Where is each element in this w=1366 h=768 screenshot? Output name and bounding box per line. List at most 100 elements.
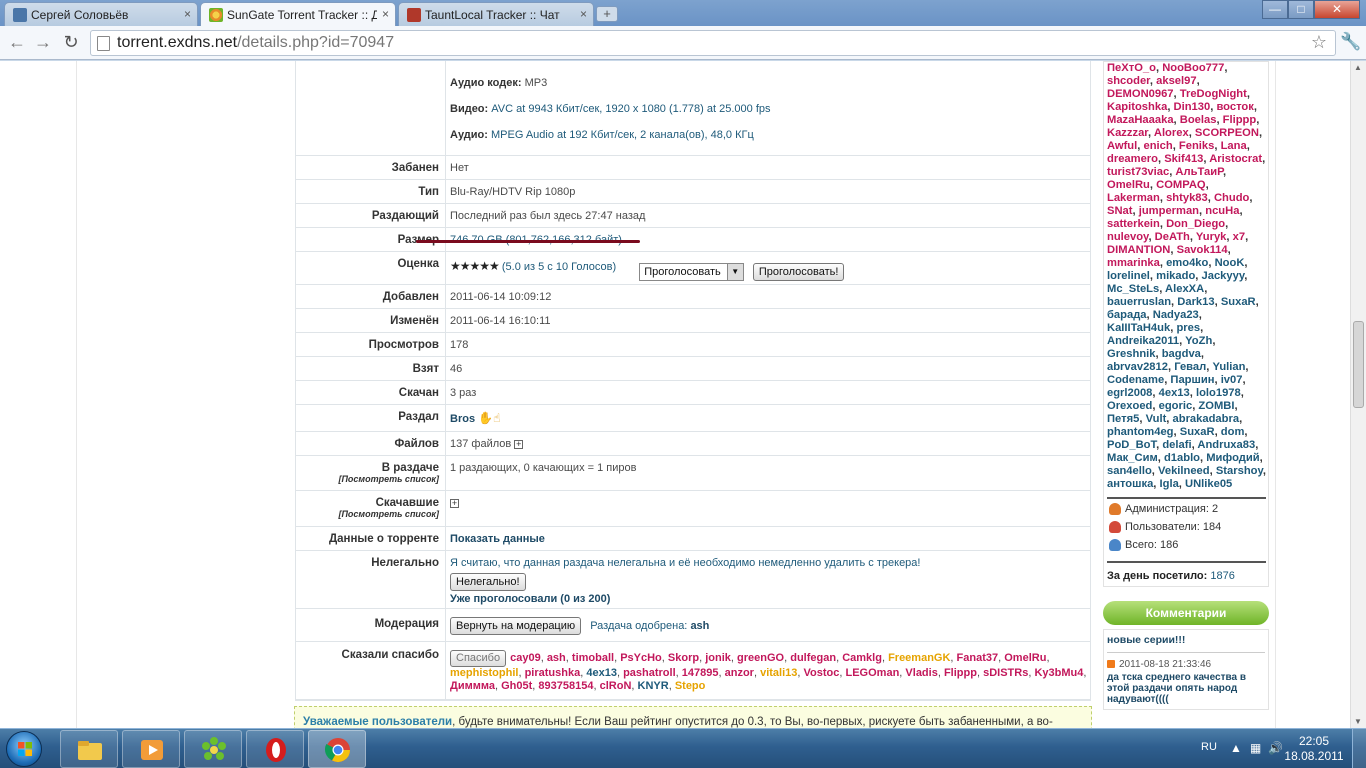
vote-select[interactable]: Проголосовать ▼ <box>639 263 744 281</box>
user-link[interactable]: ZOMBI <box>1198 400 1234 412</box>
taskbar-chrome[interactable] <box>308 730 366 768</box>
user-link[interactable]: satterkein <box>1107 218 1160 230</box>
user-link[interactable]: Гевал <box>1174 361 1206 373</box>
user-link[interactable]: SuxaR <box>1180 426 1215 438</box>
address-bar[interactable]: torrent.exdns.net/details.php?id=70947 ☆ <box>90 30 1336 56</box>
minimize-button[interactable]: — <box>1262 0 1288 19</box>
user-link[interactable]: восток <box>1216 101 1253 113</box>
new-tab-button[interactable]: + <box>596 6 618 22</box>
user-link[interactable]: Диммма <box>450 680 495 692</box>
user-link[interactable]: 147895 <box>682 667 719 679</box>
user-link[interactable]: dom <box>1221 426 1245 438</box>
tab-sungate[interactable]: SunGate Torrent Tracker :: Д × <box>200 2 396 26</box>
user-link[interactable]: abrakadabra <box>1173 413 1240 425</box>
user-link[interactable]: Мифодий <box>1206 452 1259 464</box>
close-icon[interactable]: × <box>184 7 191 21</box>
bookmark-star-icon[interactable]: ☆ <box>1311 32 1327 53</box>
user-link[interactable]: Andreika2011 <box>1107 335 1179 347</box>
user-link[interactable]: Yuryk <box>1196 231 1226 243</box>
expand-icon[interactable]: + <box>450 498 459 508</box>
user-link[interactable]: NooBoo777 <box>1162 62 1224 74</box>
user-link[interactable]: Kazzzar <box>1107 127 1148 139</box>
tab-vk[interactable]: Сергей Соловьёв × <box>4 2 198 26</box>
user-link[interactable]: Stepo <box>675 680 706 692</box>
volume-icon[interactable]: 🔊 <box>1268 741 1283 755</box>
user-link[interactable]: SCORPEON <box>1195 127 1259 139</box>
user-link[interactable]: clRoN <box>600 680 632 692</box>
downloaders-list-link[interactable]: [Посмотреть список] <box>296 509 439 519</box>
scroll-up-icon[interactable]: ▲ <box>1354 63 1362 72</box>
illegal-button[interactable]: Нелегально! <box>450 573 526 591</box>
language-indicator[interactable]: RU <box>1201 741 1217 753</box>
user-link[interactable]: PoD_BoT <box>1107 439 1156 451</box>
user-link[interactable]: Nadya23 <box>1153 309 1199 321</box>
user-link[interactable]: lorelinel <box>1107 270 1150 282</box>
user-link[interactable]: ПеХтО_о <box>1107 62 1156 74</box>
user-link[interactable]: enich <box>1143 140 1172 152</box>
user-link[interactable]: mephistophil <box>450 667 518 679</box>
user-link[interactable]: Vostoc <box>804 667 840 679</box>
user-link[interactable]: 893758154 <box>538 680 593 692</box>
user-link[interactable]: UNlike05 <box>1185 478 1232 490</box>
user-link[interactable]: x7 <box>1233 231 1245 243</box>
scroll-down-icon[interactable]: ▼ <box>1354 717 1362 726</box>
user-link[interactable]: OmelRu <box>1004 652 1046 664</box>
user-link[interactable]: Vekilneed <box>1158 465 1210 477</box>
comment-title[interactable]: новые серии!!! <box>1107 634 1265 653</box>
taskbar-opera[interactable] <box>246 730 304 768</box>
maximize-button[interactable]: □ <box>1288 0 1314 19</box>
user-link[interactable]: Aristocrat <box>1209 153 1262 165</box>
user-link[interactable]: Alorex <box>1154 127 1189 139</box>
user-link[interactable]: Ky3bMu4 <box>1034 667 1083 679</box>
user-link[interactable]: Паршин <box>1170 374 1214 386</box>
tray-expand-icon[interactable]: ▲ <box>1230 741 1242 755</box>
user-link[interactable]: FreemanGK <box>888 652 950 664</box>
user-link[interactable]: d1ablo <box>1164 452 1200 464</box>
seeding-list-link[interactable]: [Посмотреть список] <box>296 474 439 484</box>
user-link[interactable]: Greshnik <box>1107 348 1156 360</box>
user-link[interactable]: MazaHaaaka <box>1107 114 1174 126</box>
user-link[interactable]: TreDogNight <box>1180 88 1247 100</box>
user-link[interactable]: Andruxa83 <box>1197 439 1255 451</box>
forward-icon[interactable]: → <box>32 32 54 54</box>
user-link[interactable]: Петя5 <box>1107 413 1139 425</box>
user-link[interactable]: SNat <box>1107 205 1133 217</box>
user-link[interactable]: Starshoy <box>1216 465 1263 477</box>
scrollbar[interactable]: ▲ ▼ <box>1350 61 1366 728</box>
user-link[interactable]: Fanat37 <box>957 652 999 664</box>
user-link[interactable]: sDISTRs <box>983 667 1028 679</box>
user-link[interactable]: Codename <box>1107 374 1164 386</box>
user-link[interactable]: Мак_Сим <box>1107 452 1158 464</box>
show-data-link[interactable]: Показать данные <box>450 533 545 545</box>
user-link[interactable]: Jackyyy <box>1202 270 1245 282</box>
user-link[interactable]: Mc_SteLs <box>1107 283 1159 295</box>
user-link[interactable]: ncuHa <box>1205 205 1239 217</box>
user-link[interactable]: bagdva <box>1162 348 1201 360</box>
user-link[interactable]: shtyk83 <box>1166 192 1208 204</box>
user-link[interactable]: Skorp <box>668 652 699 664</box>
user-link[interactable]: san4ello <box>1107 465 1152 477</box>
user-link[interactable]: cay09 <box>510 652 541 664</box>
user-link[interactable]: Feniks <box>1179 140 1214 152</box>
close-icon[interactable]: × <box>580 7 587 21</box>
user-link[interactable]: 4ex13 <box>586 667 617 679</box>
user-link[interactable]: антошка <box>1107 478 1153 490</box>
taskbar-media-player[interactable] <box>122 730 180 768</box>
user-link[interactable]: COMPAQ <box>1156 179 1206 191</box>
close-icon[interactable]: × <box>382 7 389 21</box>
user-link[interactable]: KaIIITaH4uk <box>1107 322 1170 334</box>
user-link[interactable]: DeATh <box>1155 231 1190 243</box>
user-link[interactable]: dulfegan <box>790 652 836 664</box>
user-link[interactable]: Awful <box>1107 140 1137 152</box>
user-link[interactable]: Camklg <box>842 652 882 664</box>
start-button[interactable] <box>6 731 42 767</box>
user-link[interactable]: emo4ko <box>1166 257 1208 269</box>
user-link[interactable]: LEGOman <box>846 667 900 679</box>
moderator-link[interactable]: ash <box>690 620 709 632</box>
taskbar-icq[interactable] <box>184 730 242 768</box>
clock[interactable]: 22:05 18.08.2011 <box>1284 734 1344 764</box>
tab-tauntlocal[interactable]: TauntLocal Tracker :: Чат × <box>398 2 594 26</box>
vote-button[interactable]: Проголосовать! <box>752 263 845 281</box>
scroll-thumb[interactable] <box>1353 321 1364 408</box>
user-link[interactable]: jonik <box>705 652 731 664</box>
